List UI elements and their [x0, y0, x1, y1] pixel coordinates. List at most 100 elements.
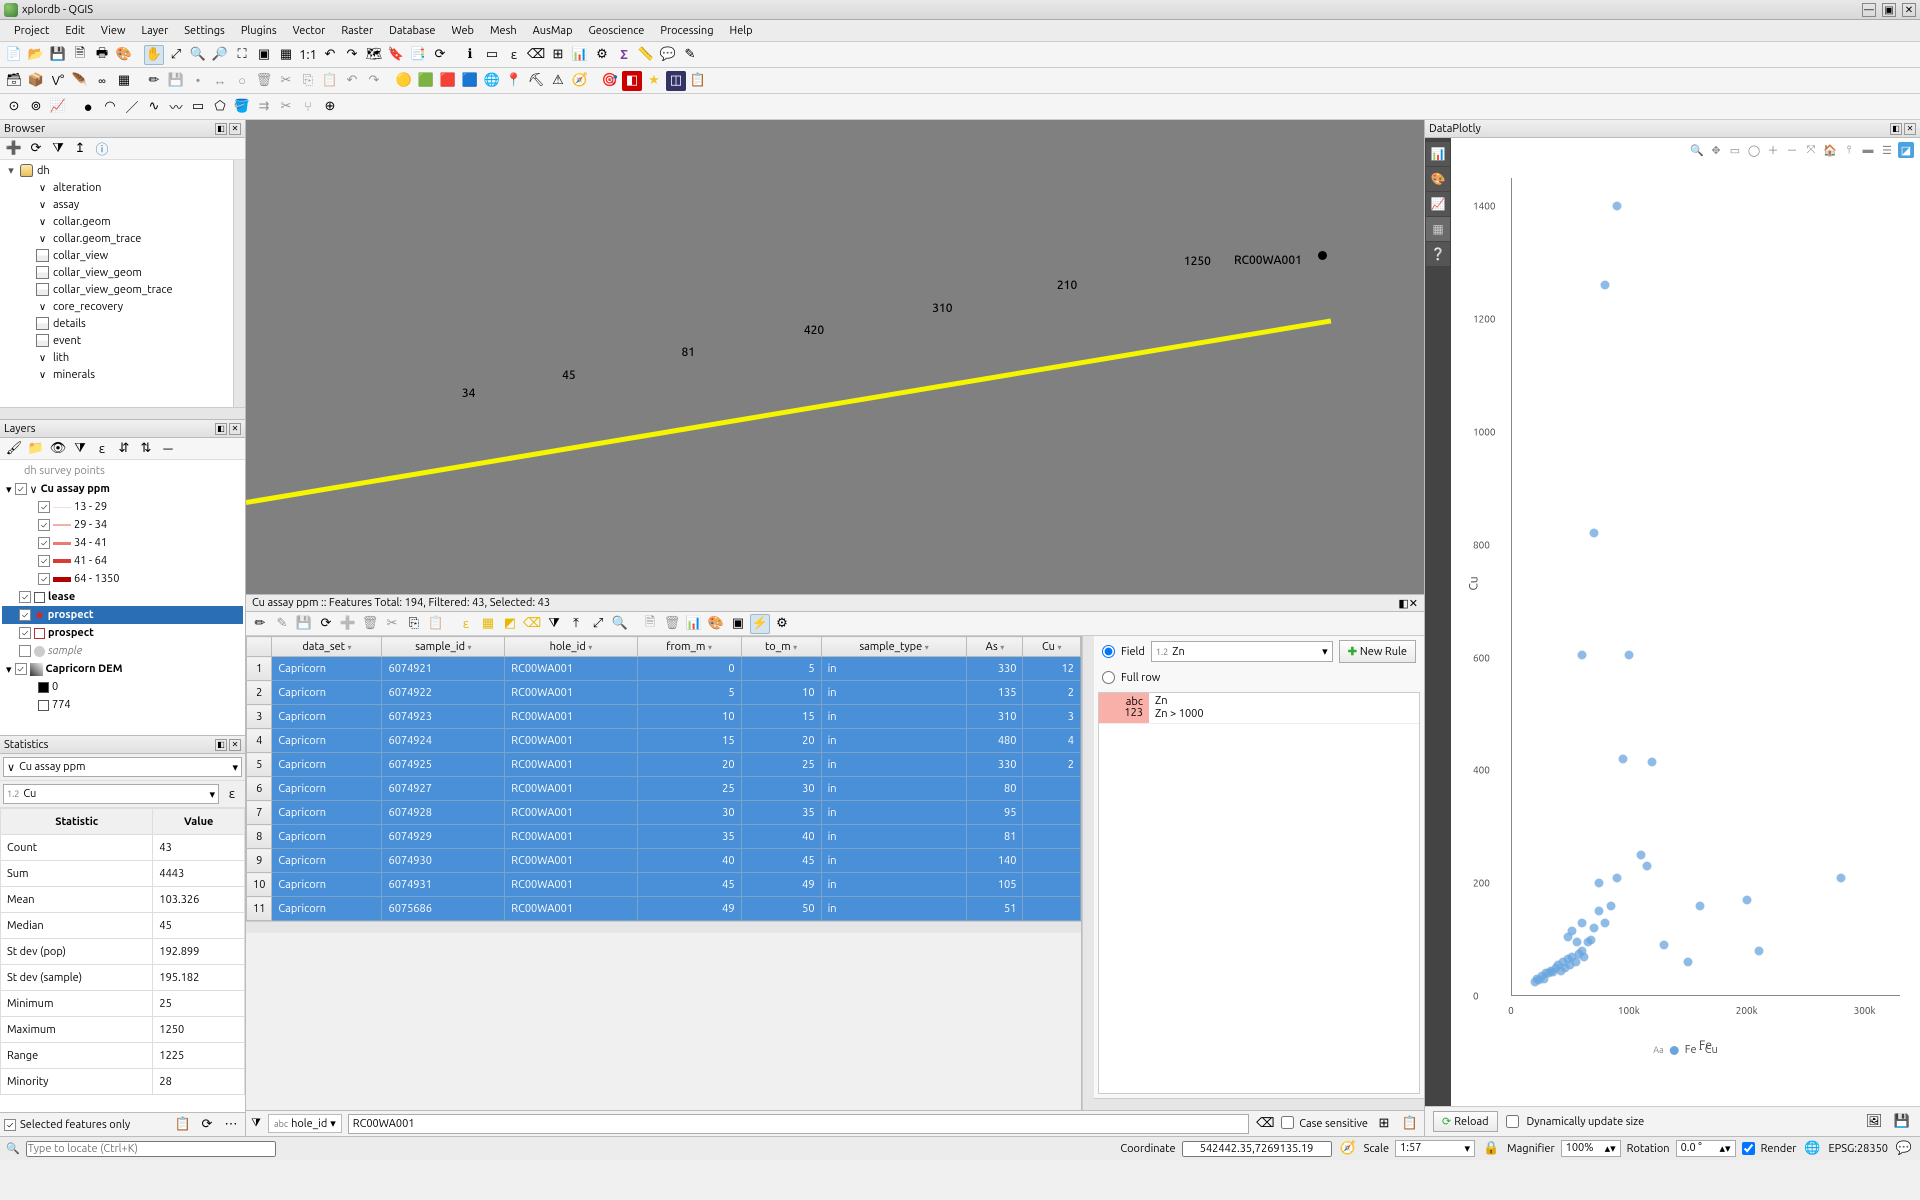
column-header[interactable]: to_m ▾	[741, 637, 821, 657]
menu-help[interactable]: Help	[722, 22, 761, 40]
table-cell[interactable]: 5	[741, 657, 821, 681]
scatter-point[interactable]	[1837, 873, 1846, 882]
layer-visibility-checkbox[interactable]	[19, 609, 31, 621]
layer-visibility-checkbox[interactable]	[38, 537, 50, 549]
table-cell[interactable]: RC00WA001	[505, 801, 637, 825]
dig-point-icon[interactable]: ●	[78, 97, 98, 117]
table-cell[interactable]: 45	[637, 873, 741, 897]
table-cell[interactable]	[1023, 777, 1081, 801]
stats-expr-icon[interactable]: ε	[222, 784, 242, 804]
drillhole-trace[interactable]	[246, 318, 1331, 504]
table-cell[interactable]	[1023, 825, 1081, 849]
table-cell[interactable]: in	[821, 777, 967, 801]
plot-pan-icon[interactable]: ✥	[1708, 142, 1724, 158]
table-cell[interactable]: in	[821, 681, 967, 705]
table-cell[interactable]: 6075686	[382, 897, 505, 921]
new-map-view-icon[interactable]: 🗺	[364, 45, 384, 65]
table-cell[interactable]: 15	[741, 705, 821, 729]
row-header[interactable]: 5	[247, 753, 272, 777]
table-cell[interactable]	[1023, 849, 1081, 873]
browser-item[interactable]: lith	[53, 352, 69, 364]
collapse-icon[interactable]: ▾	[6, 164, 16, 177]
plugin-n-icon[interactable]: 📋	[688, 71, 708, 91]
layer-visibility-checkbox[interactable]	[15, 663, 27, 675]
table-cell[interactable]: 6074930	[382, 849, 505, 873]
snap-enable-icon[interactable]: ⊙	[4, 97, 24, 117]
plot-zoom-icon[interactable]: 🔍	[1689, 142, 1705, 158]
plugin-e-icon[interactable]: 🌐	[482, 71, 502, 91]
cond-hscroll[interactable]	[1094, 1098, 1424, 1110]
scatter-point[interactable]	[1642, 862, 1651, 871]
attr-copy-icon[interactable]: ⎘	[404, 614, 424, 634]
layer-item[interactable]: prospect	[48, 609, 94, 621]
stats-layer-combo[interactable]: ∨ Cu assay ppm ▾	[3, 757, 242, 777]
table-cell[interactable]: RC00WA001	[505, 777, 637, 801]
column-header[interactable]: As ▾	[967, 637, 1023, 657]
table-cell[interactable]: 50	[741, 897, 821, 921]
annotation-icon[interactable]: ✎	[680, 45, 700, 65]
table-cell[interactable]: in	[821, 873, 967, 897]
browser-props-icon[interactable]: ⓘ	[92, 139, 112, 159]
browser-item[interactable]: details	[53, 318, 86, 330]
cond-rule-item[interactable]: abc 123 Zn Zn > 1000	[1099, 693, 1419, 724]
plot-box-icon[interactable]: ▭	[1727, 142, 1743, 158]
dig-rect-icon[interactable]: ▭	[188, 97, 208, 117]
table-cell[interactable]: 310	[967, 705, 1023, 729]
layer-visibility-checkbox[interactable]	[38, 573, 50, 585]
table-cell[interactable]: 140	[967, 849, 1023, 873]
layer-visibility-checkbox[interactable]	[38, 555, 50, 567]
new-geopackage-icon[interactable]: 📦	[26, 71, 46, 91]
table-cell[interactable]: in	[821, 897, 967, 921]
attr-footer-search[interactable]	[348, 1114, 1249, 1134]
table-cell[interactable]: 81	[967, 825, 1023, 849]
layer-filter-icon[interactable]: ⧩	[70, 439, 90, 459]
scatter-point[interactable]	[1613, 873, 1622, 882]
table-cell[interactable]: 12	[1023, 657, 1081, 681]
move-feature-icon[interactable]: ↔	[210, 71, 230, 91]
scatter-point[interactable]	[1683, 958, 1692, 967]
layer-visibility-checkbox[interactable]	[15, 483, 27, 495]
zoom-next-icon[interactable]: ↷	[342, 45, 362, 65]
attr-del-field-icon[interactable]: 🗑	[662, 614, 682, 634]
zoom-out-icon[interactable]: 🔎	[210, 45, 230, 65]
table-cell[interactable]: 6074924	[382, 729, 505, 753]
reload-button[interactable]: ⟳ Reload	[1433, 1111, 1498, 1132]
table-cell[interactable]: Capricorn	[272, 897, 382, 921]
row-header[interactable]: 10	[247, 873, 272, 897]
close-button[interactable]: ✕	[1902, 3, 1916, 17]
column-header[interactable]: Cu ▾	[1023, 637, 1081, 657]
attr-close-icon[interactable]: ✕	[1409, 597, 1418, 610]
dataplotly-icon[interactable]: 📈	[48, 97, 68, 117]
table-cell[interactable]: 4	[1023, 729, 1081, 753]
layer-item[interactable]: Capricorn DEM	[46, 663, 123, 675]
case-sensitive-checkbox[interactable]	[1281, 1116, 1294, 1129]
table-cell[interactable]: 6074931	[382, 873, 505, 897]
scatter-point[interactable]	[1618, 755, 1627, 764]
plot-export-img-icon[interactable]: 🖼	[1864, 1112, 1884, 1132]
maximize-button[interactable]: ▣	[1882, 3, 1896, 17]
dig-line-icon[interactable]: ／	[122, 97, 142, 117]
render-checkbox[interactable]	[1742, 1142, 1755, 1155]
scatter-point[interactable]	[1589, 924, 1598, 933]
table-cell[interactable]: 6074923	[382, 705, 505, 729]
processing-icon[interactable]: ⚙	[592, 45, 612, 65]
browser-add-icon[interactable]: ➕	[4, 139, 24, 159]
table-cell[interactable]: RC00WA001	[505, 681, 637, 705]
plugin-a-icon[interactable]: 🟡	[394, 71, 414, 91]
table-cell[interactable]: Capricorn	[272, 729, 382, 753]
select-icon[interactable]: ▭	[482, 45, 502, 65]
plotly-tab-help-icon[interactable]: ❔	[1426, 242, 1450, 266]
dig-offset-icon[interactable]: ⇉	[254, 97, 274, 117]
row-header[interactable]: 1	[247, 657, 272, 681]
row-header[interactable]: 3	[247, 705, 272, 729]
row-header[interactable]: 7	[247, 801, 272, 825]
table-cell[interactable]: 25	[637, 777, 741, 801]
browser-item[interactable]: collar.geom_trace	[53, 233, 141, 245]
table-cell[interactable]: 6074928	[382, 801, 505, 825]
menu-mesh[interactable]: Mesh	[482, 22, 525, 40]
plugin-i-icon[interactable]: 🧭	[570, 71, 590, 91]
menu-database[interactable]: Database	[381, 22, 443, 40]
browser-item[interactable]: dh	[37, 165, 50, 177]
attr-settings-icon[interactable]: ⚙	[772, 614, 792, 634]
table-cell[interactable]: 135	[967, 681, 1023, 705]
